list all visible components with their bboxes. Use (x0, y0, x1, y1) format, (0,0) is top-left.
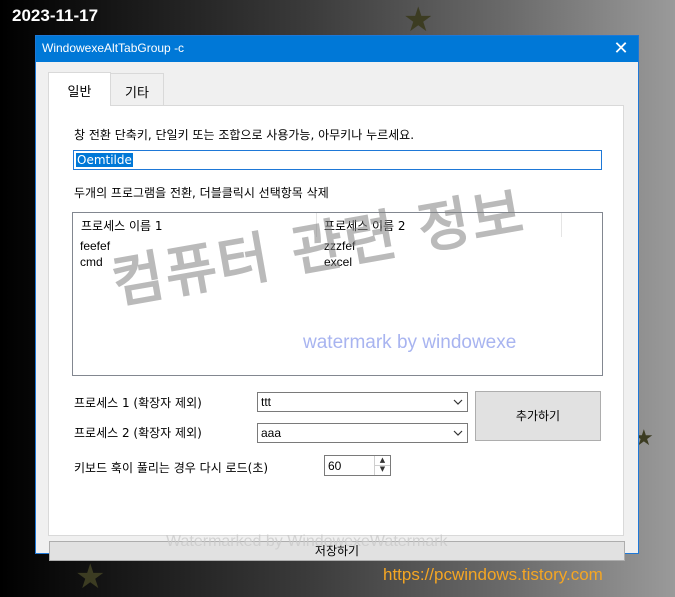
process2-value: aaa (261, 426, 282, 440)
process2-combo[interactable]: aaa (257, 423, 468, 443)
spin-down-button[interactable]: ▼ (375, 465, 390, 474)
list-cell[interactable]: cmd (80, 255, 103, 269)
process1-combo[interactable]: ttt (257, 392, 468, 412)
process1-value: ttt (261, 395, 272, 409)
hotkey-value: Oemtilde (76, 153, 133, 167)
hotkey-instruction: 창 전환 단축키, 단일키 또는 조합으로 사용가능, 아무키나 누르세요. (74, 128, 415, 142)
tab-general-label: 일반 (67, 85, 92, 100)
watermark-bottom: Watermarked by WindowexeWatermark (166, 533, 448, 550)
process1-label: 프로세스 1 (확장자 제외) (74, 396, 202, 410)
star-icon: ★ (403, 0, 434, 40)
add-button[interactable]: 추가하기 (475, 391, 601, 441)
close-button[interactable]: ✕ (604, 36, 638, 62)
chevron-down-icon (453, 399, 463, 405)
hotkey-input[interactable]: Oemtilde (73, 150, 602, 170)
window-title: WindowexeAltTabGroup -c (42, 41, 185, 55)
column-divider[interactable] (561, 213, 562, 237)
reload-label: 키보드 훅이 풀리는 경우 다시 로드(초) (74, 461, 269, 475)
watermark-blue: watermark by windowexe (303, 332, 517, 353)
tab-etc-label: 기타 (125, 86, 149, 101)
title-bar[interactable]: WindowexeAltTabGroup -c ✕ (36, 36, 638, 62)
process2-label: 프로세스 2 (확장자 제외) (74, 426, 202, 440)
chevron-down-icon (453, 430, 463, 436)
star-icon: ★ (75, 557, 106, 597)
reload-seconds-value: 60 (328, 459, 342, 473)
date-label: 2023-11-17 (12, 6, 99, 25)
tab-etc[interactable]: 기타 (110, 73, 164, 105)
close-icon: ✕ (613, 38, 629, 59)
reload-seconds-spinner[interactable]: 60 ▲ ▼ (324, 455, 391, 476)
site-url: https://pcwindows.tistory.com (383, 565, 603, 584)
spinner-buttons: ▲ ▼ (374, 456, 390, 475)
tab-panel-general: 창 전환 단축키, 단일키 또는 조합으로 사용가능, 아무키나 누르세요. O… (48, 105, 624, 536)
tab-general[interactable]: 일반 (48, 72, 111, 106)
list-instruction: 두개의 프로그램을 전환, 더블클릭시 선택항목 삭제 (74, 186, 329, 200)
